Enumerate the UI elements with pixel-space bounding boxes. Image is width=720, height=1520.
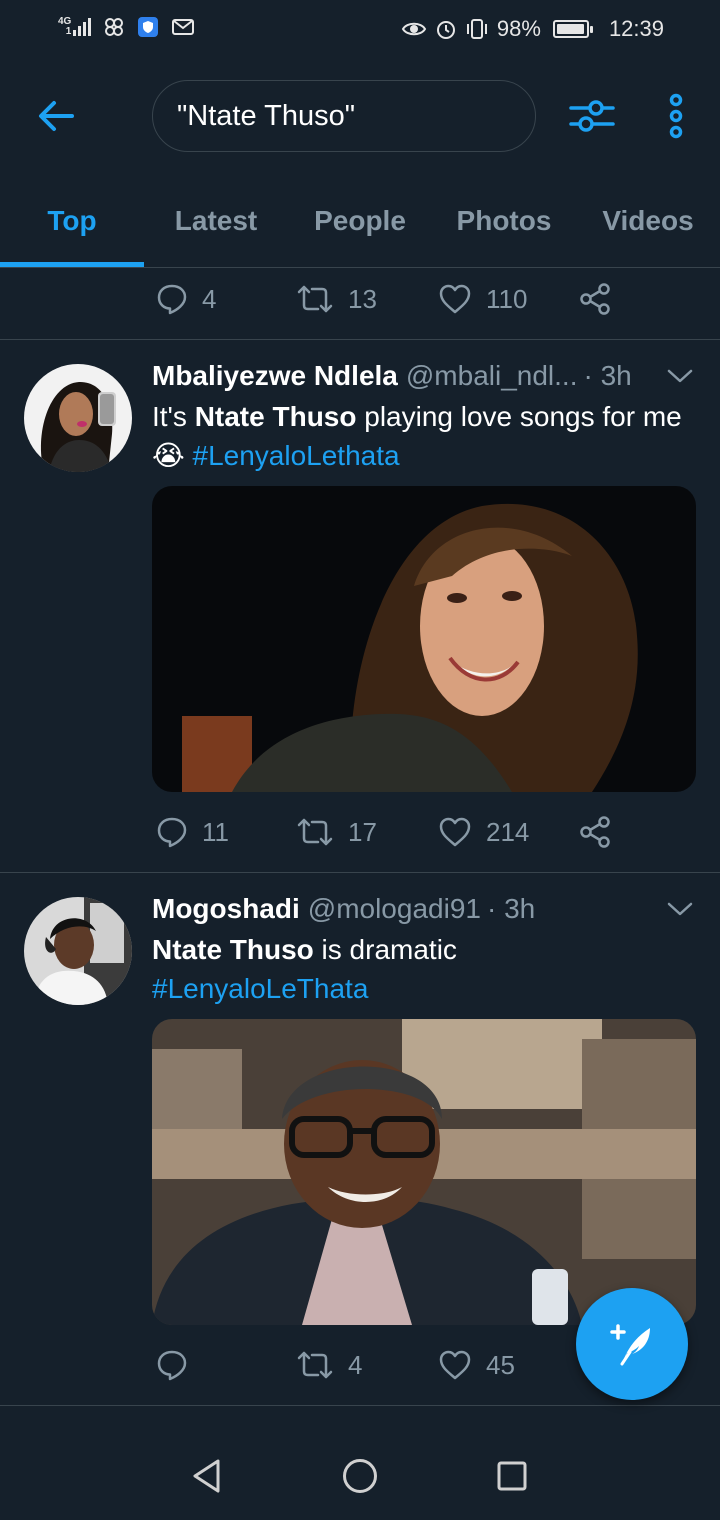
chevron-down-icon <box>667 902 693 916</box>
tweet-time: · 3h <box>486 893 536 924</box>
like-count: 214 <box>486 816 530 847</box>
tab-photos[interactable]: Photos <box>432 174 576 268</box>
tweet-text-highlight: Ntate Thuso <box>194 401 357 432</box>
like-button[interactable]: 45 <box>438 1345 515 1385</box>
heart-icon <box>439 284 471 314</box>
tweet-text-part: playing love songs for me <box>356 401 682 432</box>
nav-recents-button[interactable] <box>488 1452 536 1500</box>
reply-button[interactable]: 11 <box>156 812 229 852</box>
more-vertical-icon <box>669 93 683 139</box>
compose-feather-icon <box>610 1324 650 1366</box>
previous-tweet-actions: 4 13 110 <box>152 279 632 319</box>
reply-icon <box>157 1350 187 1381</box>
share-button[interactable] <box>578 279 612 319</box>
battery-percent: 98% <box>496 16 541 41</box>
signal-icon: 4G 1 <box>58 17 92 37</box>
avatar[interactable] <box>24 897 132 1005</box>
retweet-button[interactable]: 13 <box>296 279 377 319</box>
tweet-text-part: It's <box>152 401 195 432</box>
author-name[interactable]: Mogoshadi <box>152 893 300 925</box>
avatar[interactable] <box>24 364 132 472</box>
tweet-image[interactable] <box>152 1019 696 1325</box>
tweet-image[interactable] <box>152 486 696 792</box>
reply-icon <box>157 284 187 315</box>
search-input[interactable]: "Ntate Thuso" <box>152 80 536 152</box>
sliders-icon <box>569 100 615 132</box>
pinwheel-icon <box>103 16 125 38</box>
tweet-text-part: is dramatic <box>313 934 457 965</box>
tweet-time: · 3h <box>583 360 632 391</box>
like-count: 45 <box>486 1349 515 1380</box>
author-handle[interactable]: @mologadi91 <box>308 893 481 925</box>
like-count: 110 <box>486 283 528 314</box>
shield-icon <box>137 16 159 38</box>
alarm-icon <box>435 18 457 40</box>
active-tab-indicator <box>0 262 144 267</box>
tweet-header: Mogoshadi @mologadi91 · 3h <box>152 893 535 925</box>
crying-emoji-icon: 😭 <box>152 440 185 471</box>
retweet-button[interactable]: 17 <box>296 812 377 852</box>
reply-count: 4 <box>202 283 217 314</box>
retweet-icon <box>297 1351 333 1379</box>
retweet-icon <box>297 818 333 846</box>
search-tabs: Top Latest People Photos Videos <box>0 174 720 268</box>
reply-button[interactable]: 4 <box>156 279 216 319</box>
tweet-text: It's Ntate Thuso playing love songs for … <box>152 397 692 475</box>
hashtag-link[interactable]: #LenyaloLeThata <box>152 973 368 1004</box>
chevron-down-icon <box>667 369 693 383</box>
share-icon <box>580 283 610 315</box>
eye-icon <box>401 19 427 39</box>
back-button[interactable] <box>30 90 82 142</box>
system-nav-bar <box>0 1430 720 1520</box>
divider <box>0 1405 720 1406</box>
mail-icon <box>171 17 195 37</box>
retweet-count: 4 <box>348 1349 363 1380</box>
triangle-back-icon <box>193 1459 220 1493</box>
hashtag-link[interactable]: #LenyaloLethata <box>193 440 400 471</box>
retweet-button[interactable]: 4 <box>296 1345 362 1385</box>
tweet-text-highlight: Ntate Thuso <box>152 934 314 965</box>
tweet-actions: 11 17 214 <box>152 812 632 852</box>
nav-back-button[interactable] <box>182 1452 230 1500</box>
search-query-text: "Ntate Thuso" <box>177 99 356 132</box>
reply-icon <box>157 817 187 848</box>
tweet-menu-button[interactable] <box>664 360 696 392</box>
author-handle[interactable]: @mbali_ndl... <box>406 360 578 392</box>
status-bar: 4G 1 98% 12:39 <box>0 0 720 62</box>
tweet[interactable]: Mbaliyezwe Ndlela @mbali_ndl... · 3h It'… <box>0 340 720 872</box>
compose-tweet-button[interactable] <box>576 1288 688 1400</box>
nav-home-button[interactable] <box>336 1452 384 1500</box>
tweet-actions: 4 45 <box>152 1345 552 1385</box>
battery-icon <box>552 20 593 38</box>
more-options-button[interactable] <box>656 90 696 142</box>
search-filter-button[interactable] <box>564 92 620 140</box>
author-name[interactable]: Mbaliyezwe Ndlela <box>152 360 398 392</box>
tweet-menu-button[interactable] <box>664 893 696 925</box>
network-sub: 1 <box>65 26 72 37</box>
clock: 12:39 <box>608 16 664 41</box>
like-button[interactable]: 214 <box>438 812 529 852</box>
share-button[interactable] <box>578 812 612 852</box>
vibrate-icon <box>465 18 489 40</box>
retweet-count: 17 <box>348 816 377 847</box>
heart-icon <box>439 817 471 847</box>
tab-top[interactable]: Top <box>0 174 144 268</box>
tab-latest[interactable]: Latest <box>144 174 288 268</box>
circle-home-icon <box>343 1459 377 1493</box>
tab-videos[interactable]: Videos <box>576 174 720 268</box>
heart-icon <box>439 1350 471 1380</box>
tab-people[interactable]: People <box>288 174 432 268</box>
search-header: "Ntate Thuso" <box>0 62 720 174</box>
reply-count: 11 <box>202 816 229 847</box>
reply-button[interactable] <box>156 1345 202 1385</box>
share-icon <box>580 816 610 848</box>
tweet-text: Ntate Thuso is dramatic #LenyaloLeThata <box>152 930 692 1008</box>
like-button[interactable]: 110 <box>438 279 527 319</box>
retweet-count: 13 <box>348 283 377 314</box>
square-recents-icon <box>497 1461 527 1491</box>
arrow-left-icon <box>39 101 74 131</box>
tweet-header: Mbaliyezwe Ndlela @mbali_ndl... · 3h <box>152 360 632 392</box>
retweet-icon <box>297 285 333 313</box>
